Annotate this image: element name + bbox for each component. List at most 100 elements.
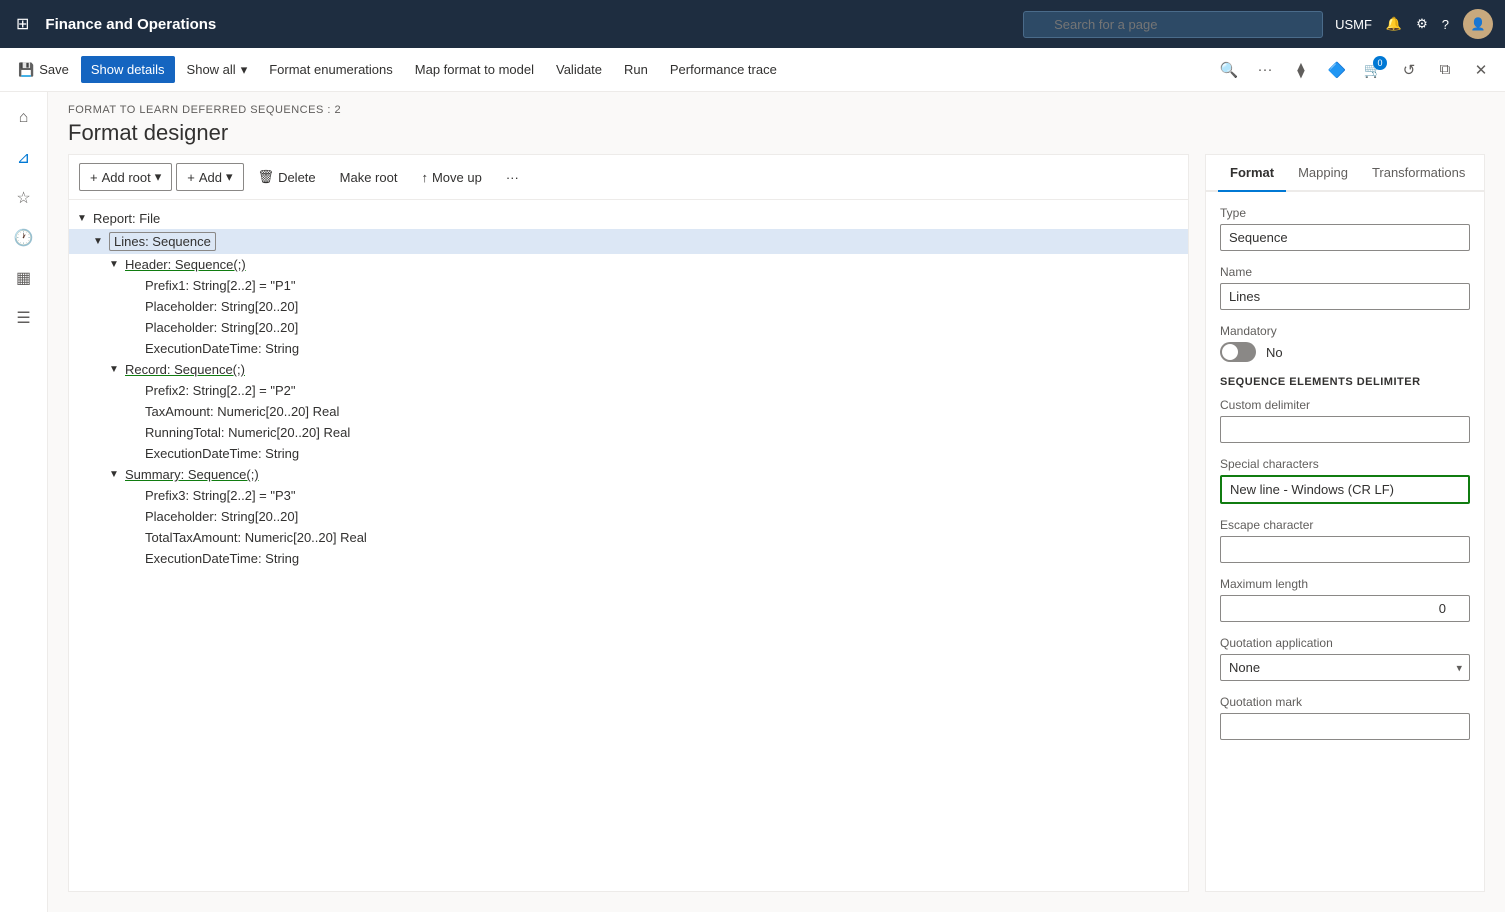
tree-arrow-record: ▼ [109, 364, 125, 375]
cmd-right: 🔍 ··· ⧫ 🔷 🛒 0 ↺ ⧉ ✕ [1213, 54, 1497, 86]
app-title: Finance and Operations [45, 16, 1011, 33]
sidebar-favorites-icon[interactable]: ☆ [6, 180, 42, 216]
refresh-button[interactable]: ↺ [1393, 54, 1425, 86]
tree-item-prefix3[interactable]: Prefix3: String[2..2] = "P3" [69, 485, 1188, 506]
prop-special-chars: Special characters New line - Windows (C… [1220, 457, 1470, 504]
add-chevron-icon: ▾ [226, 169, 233, 185]
office-icon-button[interactable]: 🔷 [1321, 54, 1353, 86]
max-length-input[interactable] [1220, 595, 1470, 622]
tree-panel: + Add root ▾ + Add ▾ 🗑 Delete Make ro [68, 154, 1189, 892]
cart-button[interactable]: 🛒 0 [1357, 54, 1389, 86]
tree-item-record[interactable]: ▼ Record: Sequence(;) [69, 359, 1188, 380]
search-input[interactable] [1023, 11, 1323, 38]
tab-validations[interactable]: Validations [1477, 155, 1485, 192]
type-value: Sequence [1220, 224, 1470, 251]
add-root-button[interactable]: + Add root ▾ [79, 163, 172, 191]
escape-char-input[interactable] [1220, 536, 1470, 563]
mandatory-label: Mandatory [1220, 324, 1470, 338]
props-panel: Format Mapping Transformations Validatio… [1205, 154, 1485, 892]
more-tree-button[interactable]: ··· [496, 165, 529, 190]
tree-item-lines[interactable]: ▼ Lines: Sequence [69, 229, 1188, 254]
mandatory-toggle[interactable] [1220, 342, 1256, 362]
open-new-button[interactable]: ⧉ [1429, 54, 1461, 86]
format-enumerations-button[interactable]: Format enumerations [259, 56, 403, 83]
tree-item-prefix1[interactable]: Prefix1: String[2..2] = "P1" [69, 275, 1188, 296]
tree-arrow-lines: ▼ [93, 236, 109, 247]
avatar[interactable]: 👤 [1463, 9, 1493, 39]
search-cmd-button[interactable]: 🔍 [1213, 54, 1245, 86]
validate-button[interactable]: Validate [546, 56, 612, 83]
tree-item-execdt2[interactable]: ExecutionDateTime: String [69, 443, 1188, 464]
designer-area: + Add root ▾ + Add ▾ 🗑 Delete Make ro [48, 154, 1505, 912]
sidebar-list-icon[interactable]: ☰ [6, 300, 42, 336]
prop-custom-delimiter: Custom delimiter [1220, 398, 1470, 443]
special-chars-label: Special characters [1220, 457, 1470, 471]
more-button[interactable]: ··· [1249, 54, 1281, 86]
tree-item-placeholder1[interactable]: Placeholder: String[20..20] [69, 296, 1188, 317]
main-layout: ⌂ ⊿ ☆ 🕐 ▦ ☰ FORMAT TO LEARN DEFERRED SEQ… [0, 92, 1505, 912]
tab-transformations[interactable]: Transformations [1360, 155, 1477, 192]
grid-icon[interactable]: ⊞ [12, 10, 33, 38]
show-all-button[interactable]: Show all ▾ [177, 56, 258, 84]
tree-label-lines: Lines: Sequence [109, 232, 216, 251]
tab-mapping[interactable]: Mapping [1286, 155, 1360, 192]
tree-label-summary: Summary: Sequence(;) [125, 467, 259, 482]
map-format-button[interactable]: Map format to model [405, 56, 544, 83]
save-button[interactable]: 💾 Save [8, 56, 79, 84]
settings-icon[interactable]: ⚙ [1416, 16, 1428, 32]
tree-label-record: Record: Sequence(;) [125, 362, 245, 377]
quotation-mark-label: Quotation mark [1220, 695, 1470, 709]
custom-delimiter-label: Custom delimiter [1220, 398, 1470, 412]
tree-item-execdt3[interactable]: ExecutionDateTime: String [69, 548, 1188, 569]
tree-item-header[interactable]: ▼ Header: Sequence(;) [69, 254, 1188, 275]
sidebar-filter-icon[interactable]: ⊿ [6, 140, 42, 176]
tree-label-taxamount: TaxAmount: Numeric[20..20] Real [145, 404, 339, 419]
custom-delimiter-input[interactable] [1220, 416, 1470, 443]
name-input[interactable] [1220, 283, 1470, 310]
add-button[interactable]: + Add ▾ [176, 163, 243, 191]
tree-item-report[interactable]: ▼ Report: File [69, 208, 1188, 229]
nav-right: USMF 🔔 ⚙ ? 👤 [1335, 9, 1493, 39]
content-area: FORMAT TO LEARN DEFERRED SEQUENCES : 2 F… [48, 92, 1505, 912]
tree-item-placeholder2[interactable]: Placeholder: String[20..20] [69, 317, 1188, 338]
tree-label-execdt3: ExecutionDateTime: String [145, 551, 299, 566]
prop-escape-char: Escape character [1220, 518, 1470, 563]
tree-label-placeholder2: Placeholder: String[20..20] [145, 320, 298, 335]
tree-label-totaltax: TotalTaxAmount: Numeric[20..20] Real [145, 530, 367, 545]
tree-item-taxamount[interactable]: TaxAmount: Numeric[20..20] Real [69, 401, 1188, 422]
show-details-button[interactable]: Show details [81, 56, 175, 83]
plus-icon: + [90, 170, 98, 185]
quotation-app-select[interactable]: None Always When needed [1220, 654, 1470, 681]
sidebar-workspace-icon[interactable]: ▦ [6, 260, 42, 296]
run-button[interactable]: Run [614, 56, 658, 83]
performance-trace-button[interactable]: Performance trace [660, 56, 787, 83]
mandatory-row: No [1220, 342, 1470, 362]
tree-item-totaltax[interactable]: TotalTaxAmount: Numeric[20..20] Real [69, 527, 1188, 548]
delete-button[interactable]: 🗑 Delete [248, 164, 326, 190]
quotation-mark-input[interactable] [1220, 713, 1470, 740]
close-button[interactable]: ✕ [1465, 54, 1497, 86]
tree-item-execdt1[interactable]: ExecutionDateTime: String [69, 338, 1188, 359]
tree-toolbar: + Add root ▾ + Add ▾ 🗑 Delete Make ro [69, 155, 1188, 200]
sidebar-recent-icon[interactable]: 🕐 [6, 220, 42, 256]
tree-arrow-summary: ▼ [109, 469, 125, 480]
prop-quotation-app: Quotation application None Always When n… [1220, 636, 1470, 681]
notification-icon[interactable]: 🔔 [1386, 16, 1402, 32]
special-chars-select[interactable]: New line - Windows (CR LF) New line - Un… [1222, 477, 1468, 502]
tab-format[interactable]: Format [1218, 155, 1286, 192]
sidebar-home-icon[interactable]: ⌂ [6, 100, 42, 136]
tree-arrow-report: ▼ [77, 213, 93, 224]
tree-item-summary[interactable]: ▼ Summary: Sequence(;) [69, 464, 1188, 485]
props-content: Type Sequence Name Mandatory [1206, 192, 1484, 891]
command-bar: 💾 Save Show details Show all ▾ Format en… [0, 48, 1505, 92]
help-icon[interactable]: ? [1442, 17, 1449, 32]
tree-item-runningtotal[interactable]: RunningTotal: Numeric[20..20] Real [69, 422, 1188, 443]
tree-item-placeholder3[interactable]: Placeholder: String[20..20] [69, 506, 1188, 527]
tree-label-placeholder3: Placeholder: String[20..20] [145, 509, 298, 524]
section-delimiter-title: SEQUENCE ELEMENTS DELIMITER [1220, 376, 1470, 388]
tree-label-execdt2: ExecutionDateTime: String [145, 446, 299, 461]
tree-item-prefix2[interactable]: Prefix2: String[2..2] = "P2" [69, 380, 1188, 401]
make-root-button[interactable]: Make root [330, 165, 408, 190]
extension-icon-button[interactable]: ⧫ [1285, 54, 1317, 86]
move-up-button[interactable]: ↑ Move up [411, 165, 491, 190]
